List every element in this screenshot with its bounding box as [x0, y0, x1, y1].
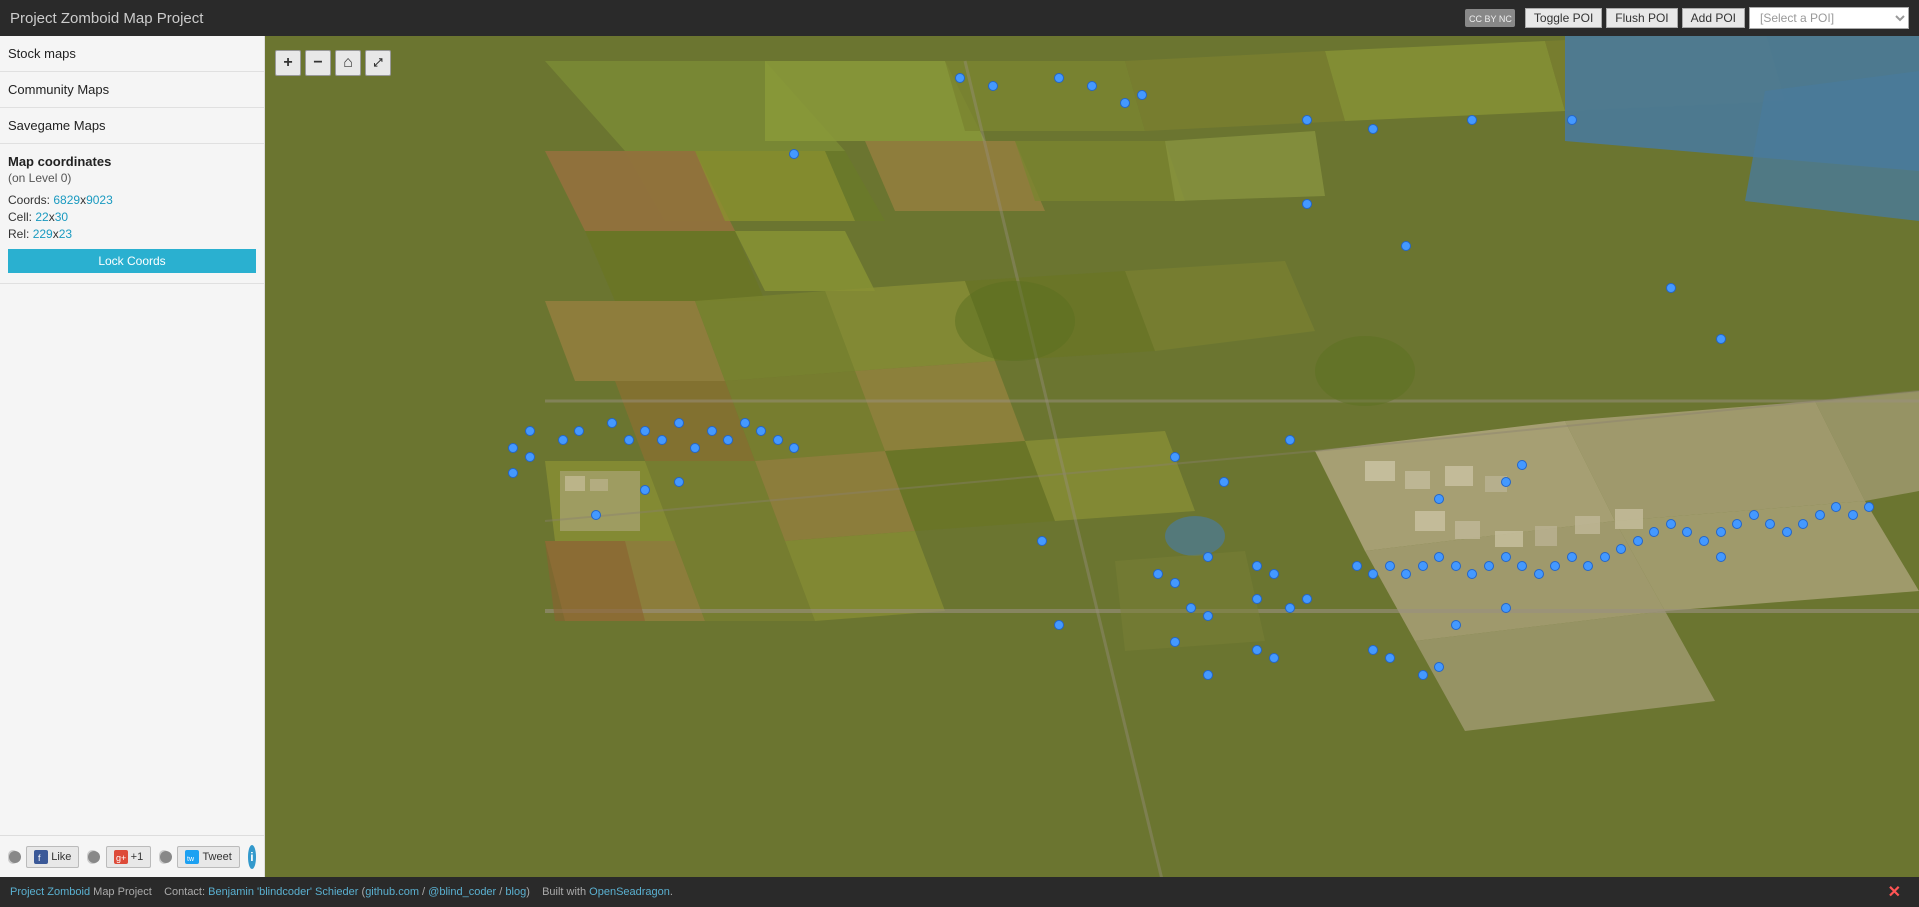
zoom-in-button[interactable]: + — [275, 50, 301, 76]
zoom-controls: + − ⌂ ⤢ — [275, 50, 391, 76]
cc-license-logo: CC BY NC SA — [1465, 9, 1515, 27]
openseadragon-link[interactable]: OpenSeadragon — [589, 886, 670, 898]
rel-x-link[interactable]: 229 — [33, 227, 53, 241]
coords-y-link[interactable]: 9023 — [86, 193, 113, 207]
footer-project: Project Zomboid Map Project — [10, 886, 155, 898]
contact-name-link[interactable]: Benjamin 'blindcoder' Schieder — [208, 886, 358, 898]
zoom-out-button[interactable]: − — [305, 50, 331, 76]
github-link[interactable]: github.com — [365, 886, 419, 898]
flush-poi-button[interactable]: Flush POI — [1606, 8, 1677, 28]
app-title: Project Zomboid Map Project — [10, 10, 1465, 27]
svg-text:tw: tw — [187, 856, 195, 863]
svg-text:g+: g+ — [116, 853, 126, 863]
coords-x-link[interactable]: 6829 — [53, 193, 80, 207]
like-toggle[interactable] — [8, 850, 18, 864]
gplus-label: +1 — [131, 851, 144, 863]
sidebar-item-savegame-maps[interactable]: Savegame Maps — [0, 108, 264, 144]
project-zomboid-link[interactable]: Project Zomboid — [10, 886, 90, 898]
facebook-like-button[interactable]: f Like — [26, 846, 79, 868]
coords-title: Map coordinates — [8, 154, 256, 169]
gplus-button[interactable]: g+ +1 — [106, 846, 152, 868]
lock-coords-button[interactable]: Lock Coords — [8, 249, 256, 273]
footer-close-button[interactable]: ✕ — [1880, 882, 1909, 902]
tweet-toggle[interactable] — [159, 850, 169, 864]
poi-selector[interactable]: [Select a POI] — [1749, 7, 1909, 29]
coords-line: Coords: 6829x9023 — [8, 193, 256, 207]
zoom-home-button[interactable]: ⌂ — [335, 50, 361, 76]
tweet-button[interactable]: tw Tweet — [177, 846, 239, 868]
cell-x-link[interactable]: 22 — [35, 210, 48, 224]
cell-y-link[interactable]: 30 — [55, 210, 68, 224]
social-buttons-bar: f Like g+ +1 tw Tweet i — [0, 835, 265, 877]
rel-y-link[interactable]: 23 — [59, 227, 72, 241]
toggle-poi-button[interactable]: Toggle POI — [1525, 8, 1602, 28]
info-button[interactable]: i — [248, 845, 256, 869]
cell-label: Cell: — [8, 210, 35, 224]
footer-contact: Contact: — [164, 886, 205, 898]
tweet-label: Tweet — [202, 851, 231, 863]
footer-content: Project Zomboid Map Project Contact: Ben… — [10, 886, 1880, 898]
map-terrain — [265, 36, 1919, 877]
gplus-toggle[interactable] — [87, 850, 97, 864]
like-label: Like — [51, 851, 71, 863]
rel-label: Rel: — [8, 227, 33, 241]
footer-bar: Project Zomboid Map Project Contact: Ben… — [0, 877, 1919, 907]
sidebar-item-stock-maps[interactable]: Stock maps — [0, 36, 264, 72]
footer-built-label: Built with — [542, 886, 589, 898]
zoom-fit-button[interactable]: ⤢ — [365, 50, 391, 76]
blog-link[interactable]: blog — [505, 886, 526, 898]
sidebar: Stock maps Community Maps Savegame Maps … — [0, 36, 265, 877]
sidebar-item-community-maps[interactable]: Community Maps — [0, 72, 264, 108]
coords-subtitle: (on Level 0) — [8, 171, 256, 185]
twitter-link[interactable]: @blind_coder — [428, 886, 496, 898]
poi-controls: Toggle POI Flush POI Add POI [Select a P… — [1525, 7, 1909, 29]
header-bar: Project Zomboid Map Project CC BY NC SA … — [0, 0, 1919, 36]
rel-line: Rel: 229x23 — [8, 227, 256, 241]
map-area[interactable]: + − ⌂ ⤢ — [265, 36, 1919, 877]
cell-line: Cell: 22x30 — [8, 210, 256, 224]
coords-label: Coords: — [8, 193, 53, 207]
coordinates-section: Map coordinates (on Level 0) Coords: 682… — [0, 144, 264, 284]
add-poi-button[interactable]: Add POI — [1682, 8, 1745, 28]
svg-text:CC BY NC SA: CC BY NC SA — [1469, 14, 1515, 24]
